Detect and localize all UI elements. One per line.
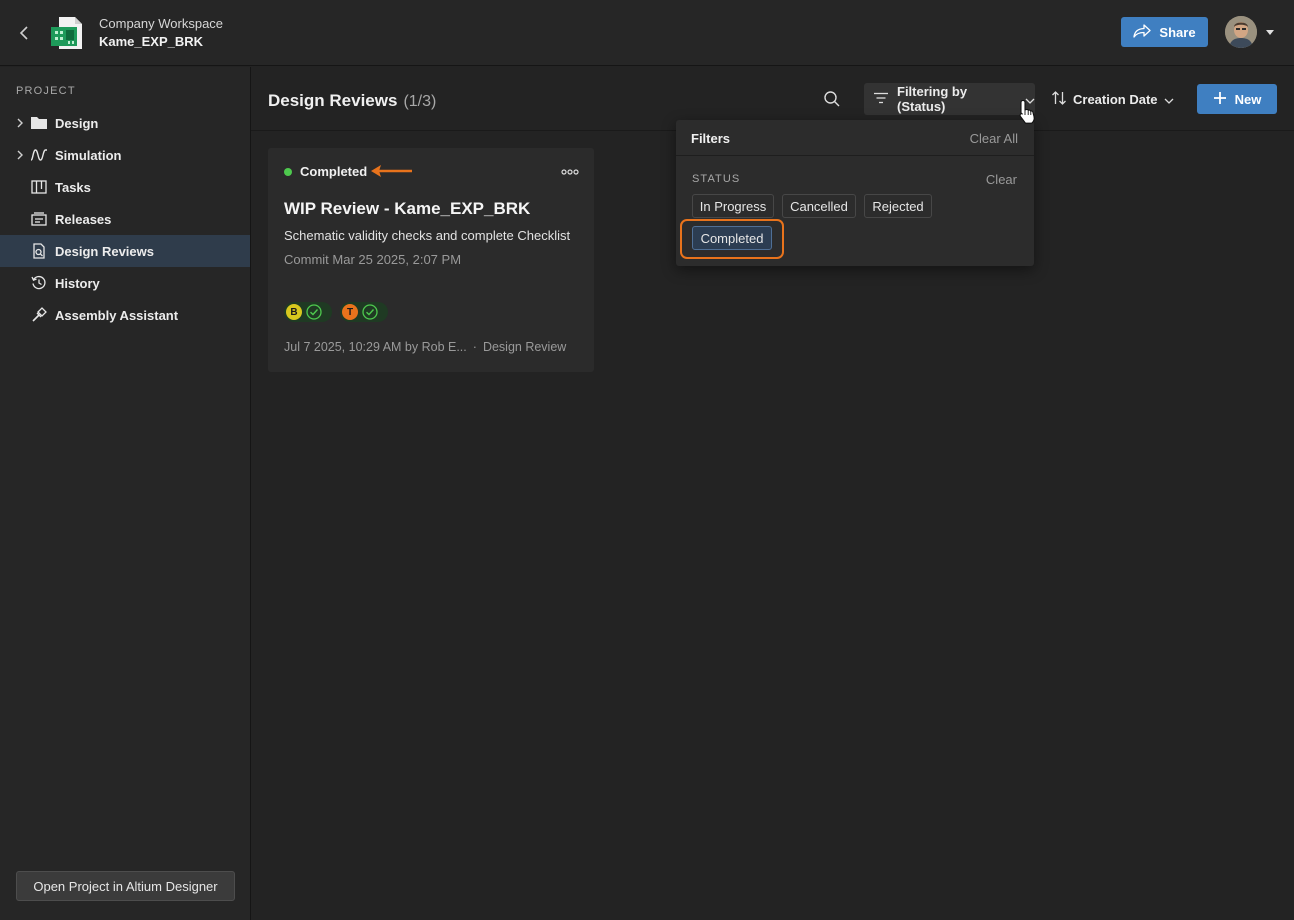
page-title-text: Design Reviews [268, 91, 398, 110]
filter-chip-completed[interactable]: Completed [692, 226, 772, 250]
sort-label: Creation Date [1073, 91, 1158, 107]
chevron-right-icon[interactable] [14, 150, 26, 160]
filter-chip-in-progress[interactable]: In Progress [692, 194, 774, 218]
reviewer-initial: T [342, 304, 358, 320]
filter-chip-cancelled[interactable]: Cancelled [782, 194, 856, 218]
more-options-icon[interactable] [560, 164, 580, 180]
sidebar-item-releases[interactable]: Releases [0, 203, 250, 235]
sidebar-item-label: Tasks [55, 179, 91, 195]
avatar[interactable] [1225, 16, 1257, 48]
project-name: Kame_EXP_BRK [99, 34, 204, 49]
review-card[interactable]: Completed WIP Review - Kame_EXP_BRK Sche… [268, 148, 594, 372]
reviewer-badge: B [284, 302, 332, 322]
reviewer-initial: B [286, 304, 302, 320]
filter-dropdown: Filters Clear All STATUS Clear In Progre… [676, 120, 1034, 266]
review-title[interactable]: WIP Review - Kame_EXP_BRK [284, 199, 530, 219]
chevron-right-icon[interactable] [14, 118, 26, 128]
sidebar-item-label: Releases [55, 211, 112, 227]
sidebar-item-history[interactable]: History [0, 267, 250, 299]
sort-button[interactable]: Creation Date [1051, 83, 1175, 115]
back-chevron-icon[interactable] [14, 22, 34, 44]
new-review-button[interactable]: New [1197, 84, 1277, 114]
filter-lines-icon [873, 92, 889, 107]
sidebar-heading: PROJECT [16, 85, 76, 97]
folder-icon [30, 114, 48, 132]
filter-dropdown-header: Filters Clear All [676, 120, 1034, 156]
review-commit: Commit Mar 25 2025, 2:07 PM [284, 252, 462, 267]
status-badge: Completed [300, 164, 368, 179]
top-bar: Company Workspace Kame_EXP_BRK Share [0, 0, 1294, 66]
share-arrow-icon [1133, 23, 1152, 41]
new-label: New [1234, 91, 1262, 107]
workspace-name: Company Workspace [99, 16, 224, 31]
status-dot [284, 168, 292, 176]
sidebar-item-tasks[interactable]: Tasks [0, 171, 250, 203]
pcb-project-icon [50, 16, 84, 50]
review-footer: Jul 7 2025, 10:29 AM by Rob E... · Design … [284, 340, 566, 354]
status-section-label: STATUS [692, 173, 741, 185]
check-circle-icon [306, 304, 322, 320]
sidebar-item-assembly-assistant[interactable]: Assembly Assistant [0, 299, 250, 331]
releases-icon [30, 210, 48, 228]
history-icon [30, 274, 48, 292]
sidebar-item-label: Assembly Assistant [55, 307, 179, 323]
sidebar-item-simulation[interactable]: Simulation [0, 139, 250, 171]
review-description: Schematic validity checks and complete C… [284, 228, 571, 243]
caret-down-icon[interactable] [1264, 25, 1276, 39]
clear-status-link[interactable]: Clear [986, 172, 1017, 187]
hand-cursor-icon [1017, 99, 1037, 125]
filter-button[interactable]: Filtering by (Status) [864, 83, 1035, 115]
filter-chip-rejected[interactable]: Rejected [864, 194, 932, 218]
review-type: Design Review [482, 340, 567, 354]
filter-dropdown-title: Filters [691, 131, 731, 146]
sidebar-item-label: Design Reviews [55, 243, 154, 259]
document-search-icon [30, 242, 48, 260]
result-count: (1/3) [403, 93, 437, 110]
filter-label: Filtering by (Status) [897, 84, 968, 114]
sort-arrows-icon [1051, 90, 1067, 108]
sidebar-item-label: Simulation [55, 147, 122, 163]
share-button[interactable]: Share [1121, 17, 1208, 47]
reviewer-badge: T [340, 302, 388, 322]
sidebar: PROJECT Design Simulation Tasks Releases… [0, 67, 251, 920]
sidebar-item-design-reviews[interactable]: Design Reviews [0, 235, 250, 267]
footer-separator: · [472, 340, 477, 354]
sidebar-item-design[interactable]: Design [0, 107, 250, 139]
waveform-icon [30, 146, 48, 164]
search-icon [823, 90, 841, 111]
review-created: Jul 7 2025, 10:29 AM by Rob E... [284, 340, 467, 354]
check-circle-icon [362, 304, 378, 320]
chevron-down-icon [1164, 92, 1174, 107]
annotation-arrow-icon [370, 163, 414, 182]
search-button[interactable] [820, 88, 844, 112]
clear-all-link[interactable]: Clear All [970, 131, 1018, 146]
kanban-icon [30, 178, 48, 196]
open-in-altium-button[interactable]: Open Project in Altium Designer [16, 871, 235, 901]
page-title: Design Reviews (1/3) [268, 91, 436, 111]
share-label: Share [1159, 24, 1196, 40]
plus-icon [1213, 91, 1227, 108]
assembly-tool-icon [30, 306, 48, 324]
sidebar-item-label: Design [55, 115, 99, 131]
sidebar-item-label: History [55, 275, 100, 291]
